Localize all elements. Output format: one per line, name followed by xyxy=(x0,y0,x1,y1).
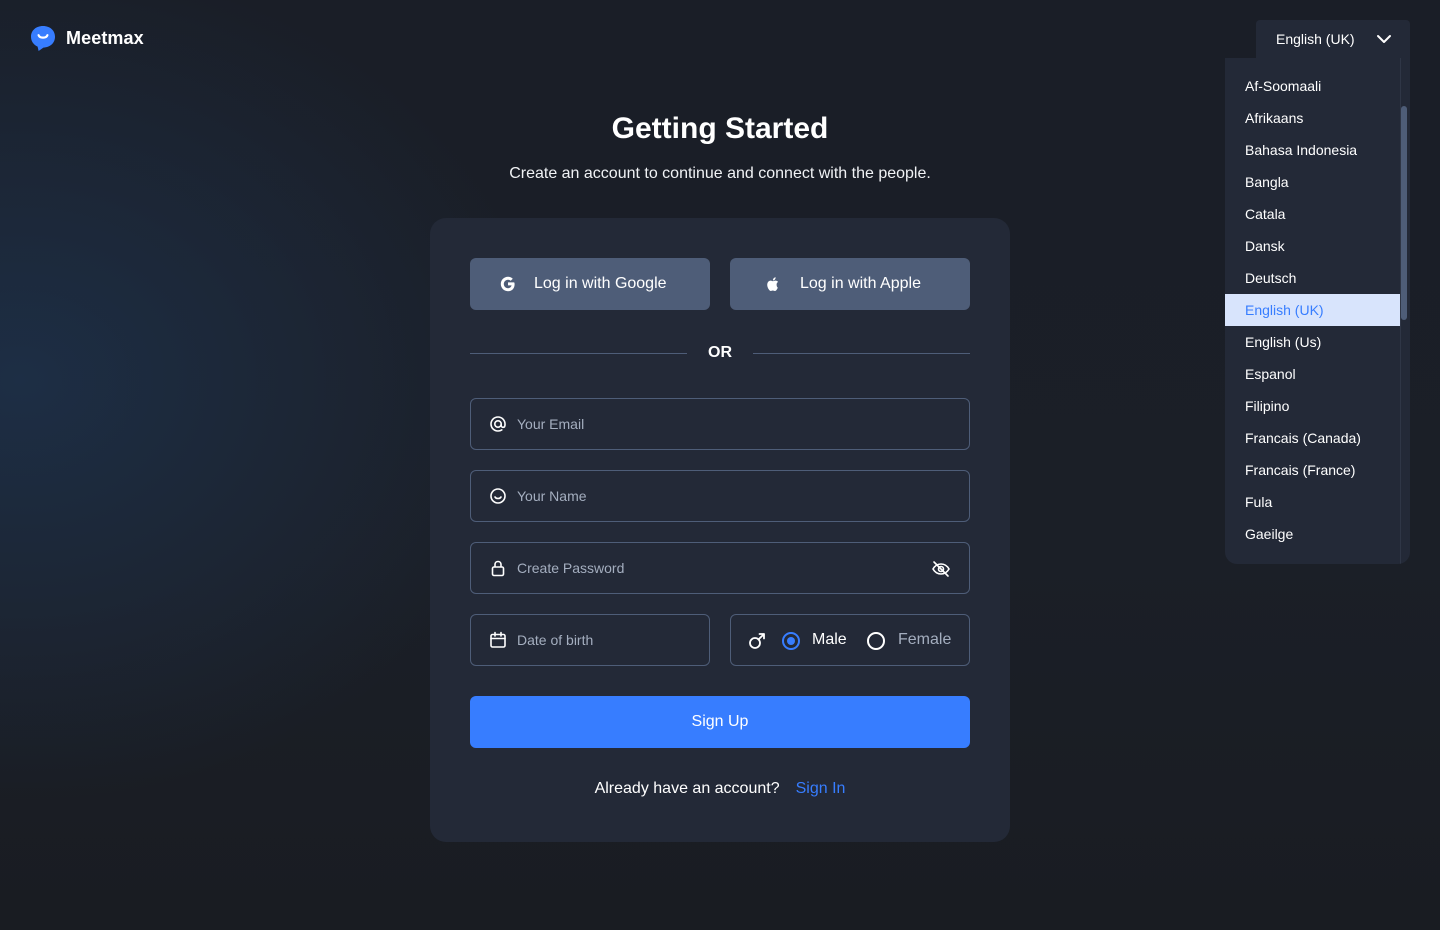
sign-in-link[interactable]: Sign In xyxy=(796,780,846,797)
lock-icon xyxy=(491,560,505,577)
at-sign-icon xyxy=(490,416,506,432)
language-option[interactable]: Fula xyxy=(1225,486,1400,518)
male-symbol-icon xyxy=(749,633,765,649)
language-option[interactable]: Dansk xyxy=(1225,230,1400,262)
calendar-icon xyxy=(490,631,506,648)
name-input[interactable] xyxy=(517,471,969,521)
password-input[interactable] xyxy=(517,543,969,593)
apple-login-label: Log in with Apple xyxy=(800,275,921,292)
apple-icon xyxy=(767,277,779,291)
chat-bubble-smile-icon xyxy=(31,26,55,51)
language-option[interactable]: Deutsch xyxy=(1225,262,1400,294)
eye-off-icon[interactable] xyxy=(931,559,951,579)
language-option[interactable]: Francais (Canada) xyxy=(1225,422,1400,454)
language-option[interactable]: English (Us) xyxy=(1225,326,1400,358)
divider-line-right xyxy=(753,353,970,354)
smile-icon xyxy=(490,488,506,504)
signup-card: Log in with Google Log in with Apple OR xyxy=(430,218,1010,842)
signin-prompt: Already have an account? Sign In xyxy=(430,780,1010,798)
language-option[interactable]: Gaeilge xyxy=(1225,518,1400,550)
gender-male-radio[interactable] xyxy=(782,632,800,650)
gender-male-label[interactable]: Male xyxy=(812,631,847,649)
language-selected: English (UK) xyxy=(1276,31,1355,47)
gender-female-radio[interactable] xyxy=(867,632,885,650)
language-option[interactable]: Catala xyxy=(1225,198,1400,230)
language-option-selected[interactable]: English (UK) xyxy=(1225,294,1400,326)
google-icon xyxy=(500,276,515,292)
dob-field-wrapper[interactable] xyxy=(470,614,710,666)
gender-selector: Male Female xyxy=(730,614,970,666)
signin-question: Already have an account? xyxy=(594,780,780,797)
language-option[interactable]: Francais (France) xyxy=(1225,454,1400,486)
password-field-wrapper[interactable] xyxy=(470,542,970,594)
language-option[interactable]: Filipino xyxy=(1225,390,1400,422)
page-subtitle: Create an account to continue and connec… xyxy=(509,165,931,182)
brand-name: Meetmax xyxy=(66,28,144,48)
email-input[interactable] xyxy=(517,399,969,449)
apple-login-button[interactable]: Log in with Apple xyxy=(730,258,970,310)
sign-up-button[interactable]: Sign Up xyxy=(470,696,970,748)
page-title: Getting Started xyxy=(611,112,829,145)
language-option[interactable]: Espanol xyxy=(1225,358,1400,390)
dob-input[interactable] xyxy=(517,615,709,665)
gender-female-label[interactable]: Female xyxy=(898,631,951,649)
language-option[interactable]: Af-Soomaali xyxy=(1225,70,1400,102)
google-login-button[interactable]: Log in with Google xyxy=(470,258,710,310)
language-selector[interactable]: English (UK) xyxy=(1256,20,1410,58)
chevron-down-icon xyxy=(1377,35,1391,43)
google-login-label: Log in with Google xyxy=(534,275,667,292)
email-field-wrapper[interactable] xyxy=(470,398,970,450)
name-field-wrapper[interactable] xyxy=(470,470,970,522)
or-divider: OR xyxy=(470,342,970,364)
brand-logo[interactable]: Meetmax xyxy=(30,25,144,52)
